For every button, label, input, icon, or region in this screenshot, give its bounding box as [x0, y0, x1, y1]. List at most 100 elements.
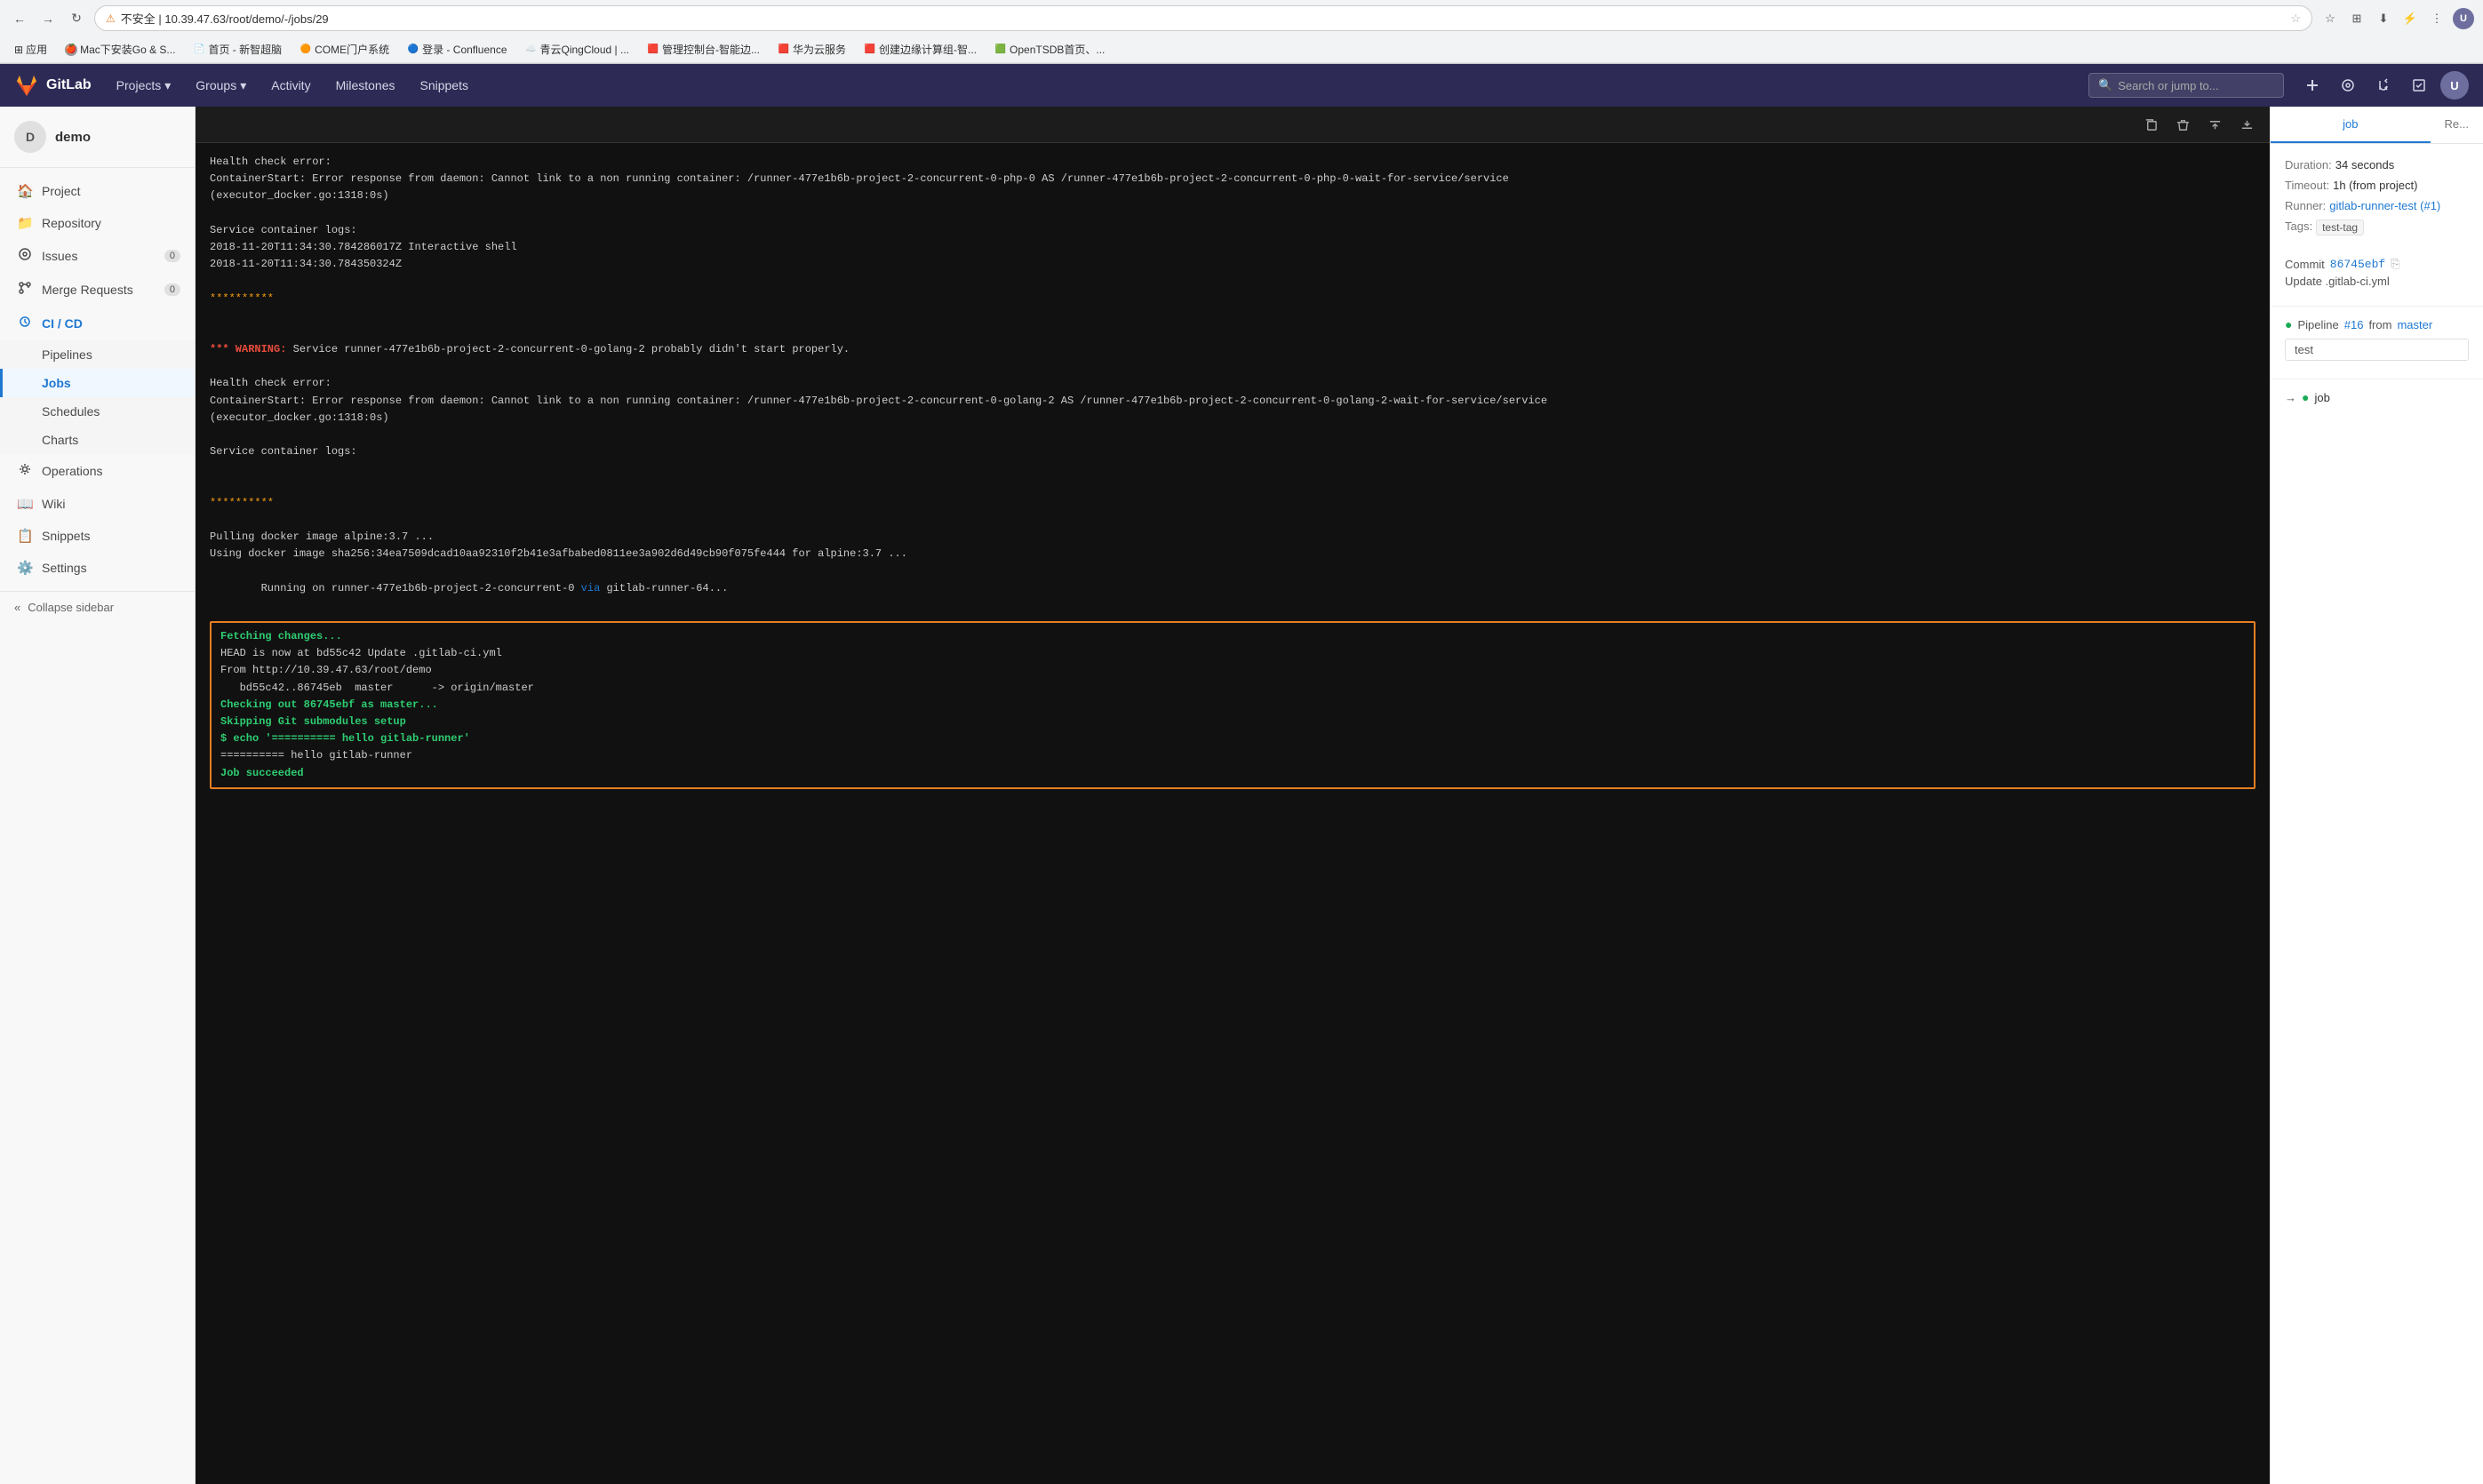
sidebar: D demo 🏠 Project 📁 Repository: [0, 107, 196, 1484]
scroll-bottom-icon: [2240, 118, 2254, 132]
bookmark-apps[interactable]: ⊞ 应用: [9, 40, 52, 59]
nav-activity[interactable]: Activity: [260, 73, 321, 98]
timeout-row: Timeout: 1h (from project): [2285, 179, 2469, 192]
tag-badge: test-tag: [2316, 219, 2364, 235]
log-line-head: HEAD is now at bd55c42 Update .gitlab-ci…: [220, 645, 2245, 662]
bookmark-admin[interactable]: 🟥 管理控制台-智能边...: [642, 40, 765, 59]
sidebar-item-settings[interactable]: ⚙️ Settings: [0, 552, 195, 584]
sidebar-item-merge-requests[interactable]: Merge Requests 0: [0, 273, 195, 307]
gitlab-logo[interactable]: GitLab: [14, 73, 92, 98]
log-line: [210, 427, 2255, 443]
scroll-bottom-button[interactable]: [2234, 112, 2259, 137]
duration-row: Duration: 34 seconds: [2285, 158, 2469, 172]
plus-button[interactable]: [2298, 71, 2327, 100]
browser-toolbar: ← → ↻ ⚠ 不安全 | 10.39.47.63/root/demo/-/jo…: [0, 0, 2483, 36]
collapse-sidebar-button[interactable]: « Collapse sidebar: [0, 592, 195, 623]
bookmark-opentsdb[interactable]: 🟩 OpenTSDB首页、...: [989, 40, 1110, 59]
address-bar[interactable]: ⚠ 不安全 | 10.39.47.63/root/demo/-/jobs/29 …: [94, 5, 2312, 31]
copy-hash-icon[interactable]: ⎘: [2391, 257, 2399, 271]
sidebar-item-pipelines[interactable]: Pipelines: [0, 340, 195, 369]
global-search[interactable]: 🔍 Search or jump to...: [2088, 73, 2284, 98]
merge-requests-badge: 0: [164, 283, 180, 296]
job-flow-arrow-icon: →: [2285, 391, 2296, 404]
log-line-fetching: Fetching changes...: [220, 628, 2245, 645]
runner-row: Runner: gitlab-runner-test (#1): [2285, 199, 2469, 212]
double-chevron-left-icon: «: [14, 601, 20, 614]
tags-label: Tags:: [2285, 219, 2312, 235]
scroll-top-button[interactable]: [2202, 112, 2227, 137]
log-line: [210, 273, 2255, 290]
log-line-echo: $ echo '========== hello gitlab-runner': [220, 730, 2245, 747]
header-icon-buttons: U: [2298, 71, 2469, 100]
log-line: Pulling docker image alpine:3.7 ...: [210, 529, 2255, 546]
log-line: ContainerStart: Error response from daem…: [210, 393, 2255, 427]
nav-snippets[interactable]: Snippets: [410, 73, 479, 98]
bookmark-mac-go[interactable]: 🍎 Mac下安装Go & S...: [60, 40, 180, 59]
sidebar-item-wiki[interactable]: 📖 Wiki: [0, 488, 195, 520]
bookmark-home[interactable]: 📄 首页 - 新智超脑: [188, 40, 287, 59]
timeout-value: 1h (from project): [2333, 179, 2417, 192]
merge-requests-icon: [2376, 78, 2391, 92]
sidebar-item-jobs[interactable]: Jobs: [0, 369, 195, 397]
download-icon[interactable]: ⬇: [2373, 8, 2394, 29]
sidebar-item-project[interactable]: 🏠 Project: [0, 175, 195, 207]
user-avatar[interactable]: U: [2440, 71, 2469, 100]
sidebar-avatar: D: [14, 121, 46, 153]
sidebar-username: demo: [55, 130, 91, 145]
sidebar-item-repository[interactable]: 📁 Repository: [0, 207, 195, 239]
reload-button[interactable]: ↻: [66, 8, 87, 29]
erase-log-button[interactable]: [2170, 112, 2195, 137]
forward-button[interactable]: →: [37, 8, 59, 29]
nav-projects[interactable]: Projects ▾: [106, 73, 182, 99]
sidebar-item-schedules[interactable]: Schedules: [0, 397, 195, 426]
profile-avatar[interactable]: U: [2453, 8, 2474, 29]
extension-icon[interactable]: ⚡: [2399, 8, 2421, 29]
tab-job[interactable]: job: [2271, 107, 2431, 143]
todo-button[interactable]: [2405, 71, 2433, 100]
commit-hash-link[interactable]: 86745ebf: [2330, 258, 2385, 271]
bookmark-confluence[interactable]: 🔵 登录 - Confluence: [402, 40, 512, 59]
merge-requests-button[interactable]: [2369, 71, 2398, 100]
nav-milestones[interactable]: Milestones: [325, 73, 406, 98]
tab-icon[interactable]: ⊞: [2346, 8, 2367, 29]
sidebar-item-operations[interactable]: Operations: [0, 454, 195, 488]
bookmark-icon[interactable]: ☆: [2319, 8, 2341, 29]
sidebar-item-issues[interactable]: Issues 0: [0, 239, 195, 273]
sidebar-item-charts[interactable]: Charts: [0, 426, 195, 454]
log-line-skipping: Skipping Git submodules setup: [220, 714, 2245, 730]
right-sidebar-header: job Re...: [2271, 107, 2483, 144]
pipeline-branch-link[interactable]: master: [2397, 318, 2432, 331]
favicon-home: 📄: [193, 44, 205, 56]
sidebar-item-snippets[interactable]: 📋 Snippets: [0, 520, 195, 552]
timeout-label: Timeout:: [2285, 179, 2329, 192]
back-button[interactable]: ←: [9, 8, 30, 29]
log-line: Running on runner-477e1b6b-project-2-con…: [210, 563, 2255, 615]
log-line: [210, 324, 2255, 341]
log-toolbar: [196, 107, 2270, 143]
ci-cd-subitems: Pipelines Jobs Schedules Charts: [0, 340, 195, 454]
pipeline-link[interactable]: #16: [2344, 318, 2364, 331]
bookmark-edge-compute[interactable]: 🟥 创建边缘计算组-智...: [858, 40, 982, 59]
settings-icon[interactable]: ⋮: [2426, 8, 2447, 29]
log-line: Health check error:: [210, 154, 2255, 171]
todo-icon: [2412, 78, 2426, 92]
bookmark-huawei[interactable]: 🟥 华为云服务: [772, 40, 851, 59]
nav-groups[interactable]: Groups ▾: [185, 73, 257, 99]
settings-icon: ⚙️: [17, 560, 33, 576]
log-line: Using docker image sha256:34ea7509dcad10…: [210, 546, 2255, 562]
duration-label: Duration:: [2285, 158, 2332, 172]
retry-button[interactable]: Re...: [2431, 107, 2483, 143]
bookmark-come[interactable]: 🟠 COME门户系统: [294, 40, 395, 59]
job-info-section: Duration: 34 seconds Timeout: 1h (from p…: [2271, 144, 2483, 257]
bookmark-qingcloud[interactable]: ☁️ 青云QingCloud | ...: [520, 40, 635, 59]
log-line: **********: [210, 495, 2255, 512]
copy-log-button[interactable]: [2138, 112, 2163, 137]
log-content[interactable]: Health check error: ContainerStart: Erro…: [196, 143, 2270, 1484]
issues-button[interactable]: [2334, 71, 2362, 100]
pipeline-section: ● Pipeline #16 from master test: [2271, 307, 2483, 379]
browser-action-buttons: ☆ ⊞ ⬇ ⚡ ⋮ U: [2319, 8, 2474, 29]
sidebar-item-ci-cd[interactable]: CI / CD: [0, 307, 195, 340]
runner-link[interactable]: gitlab-runner-test (#1): [2329, 199, 2440, 212]
job-name-badge: job: [2314, 391, 2329, 404]
snippets-icon: 📋: [17, 528, 33, 544]
